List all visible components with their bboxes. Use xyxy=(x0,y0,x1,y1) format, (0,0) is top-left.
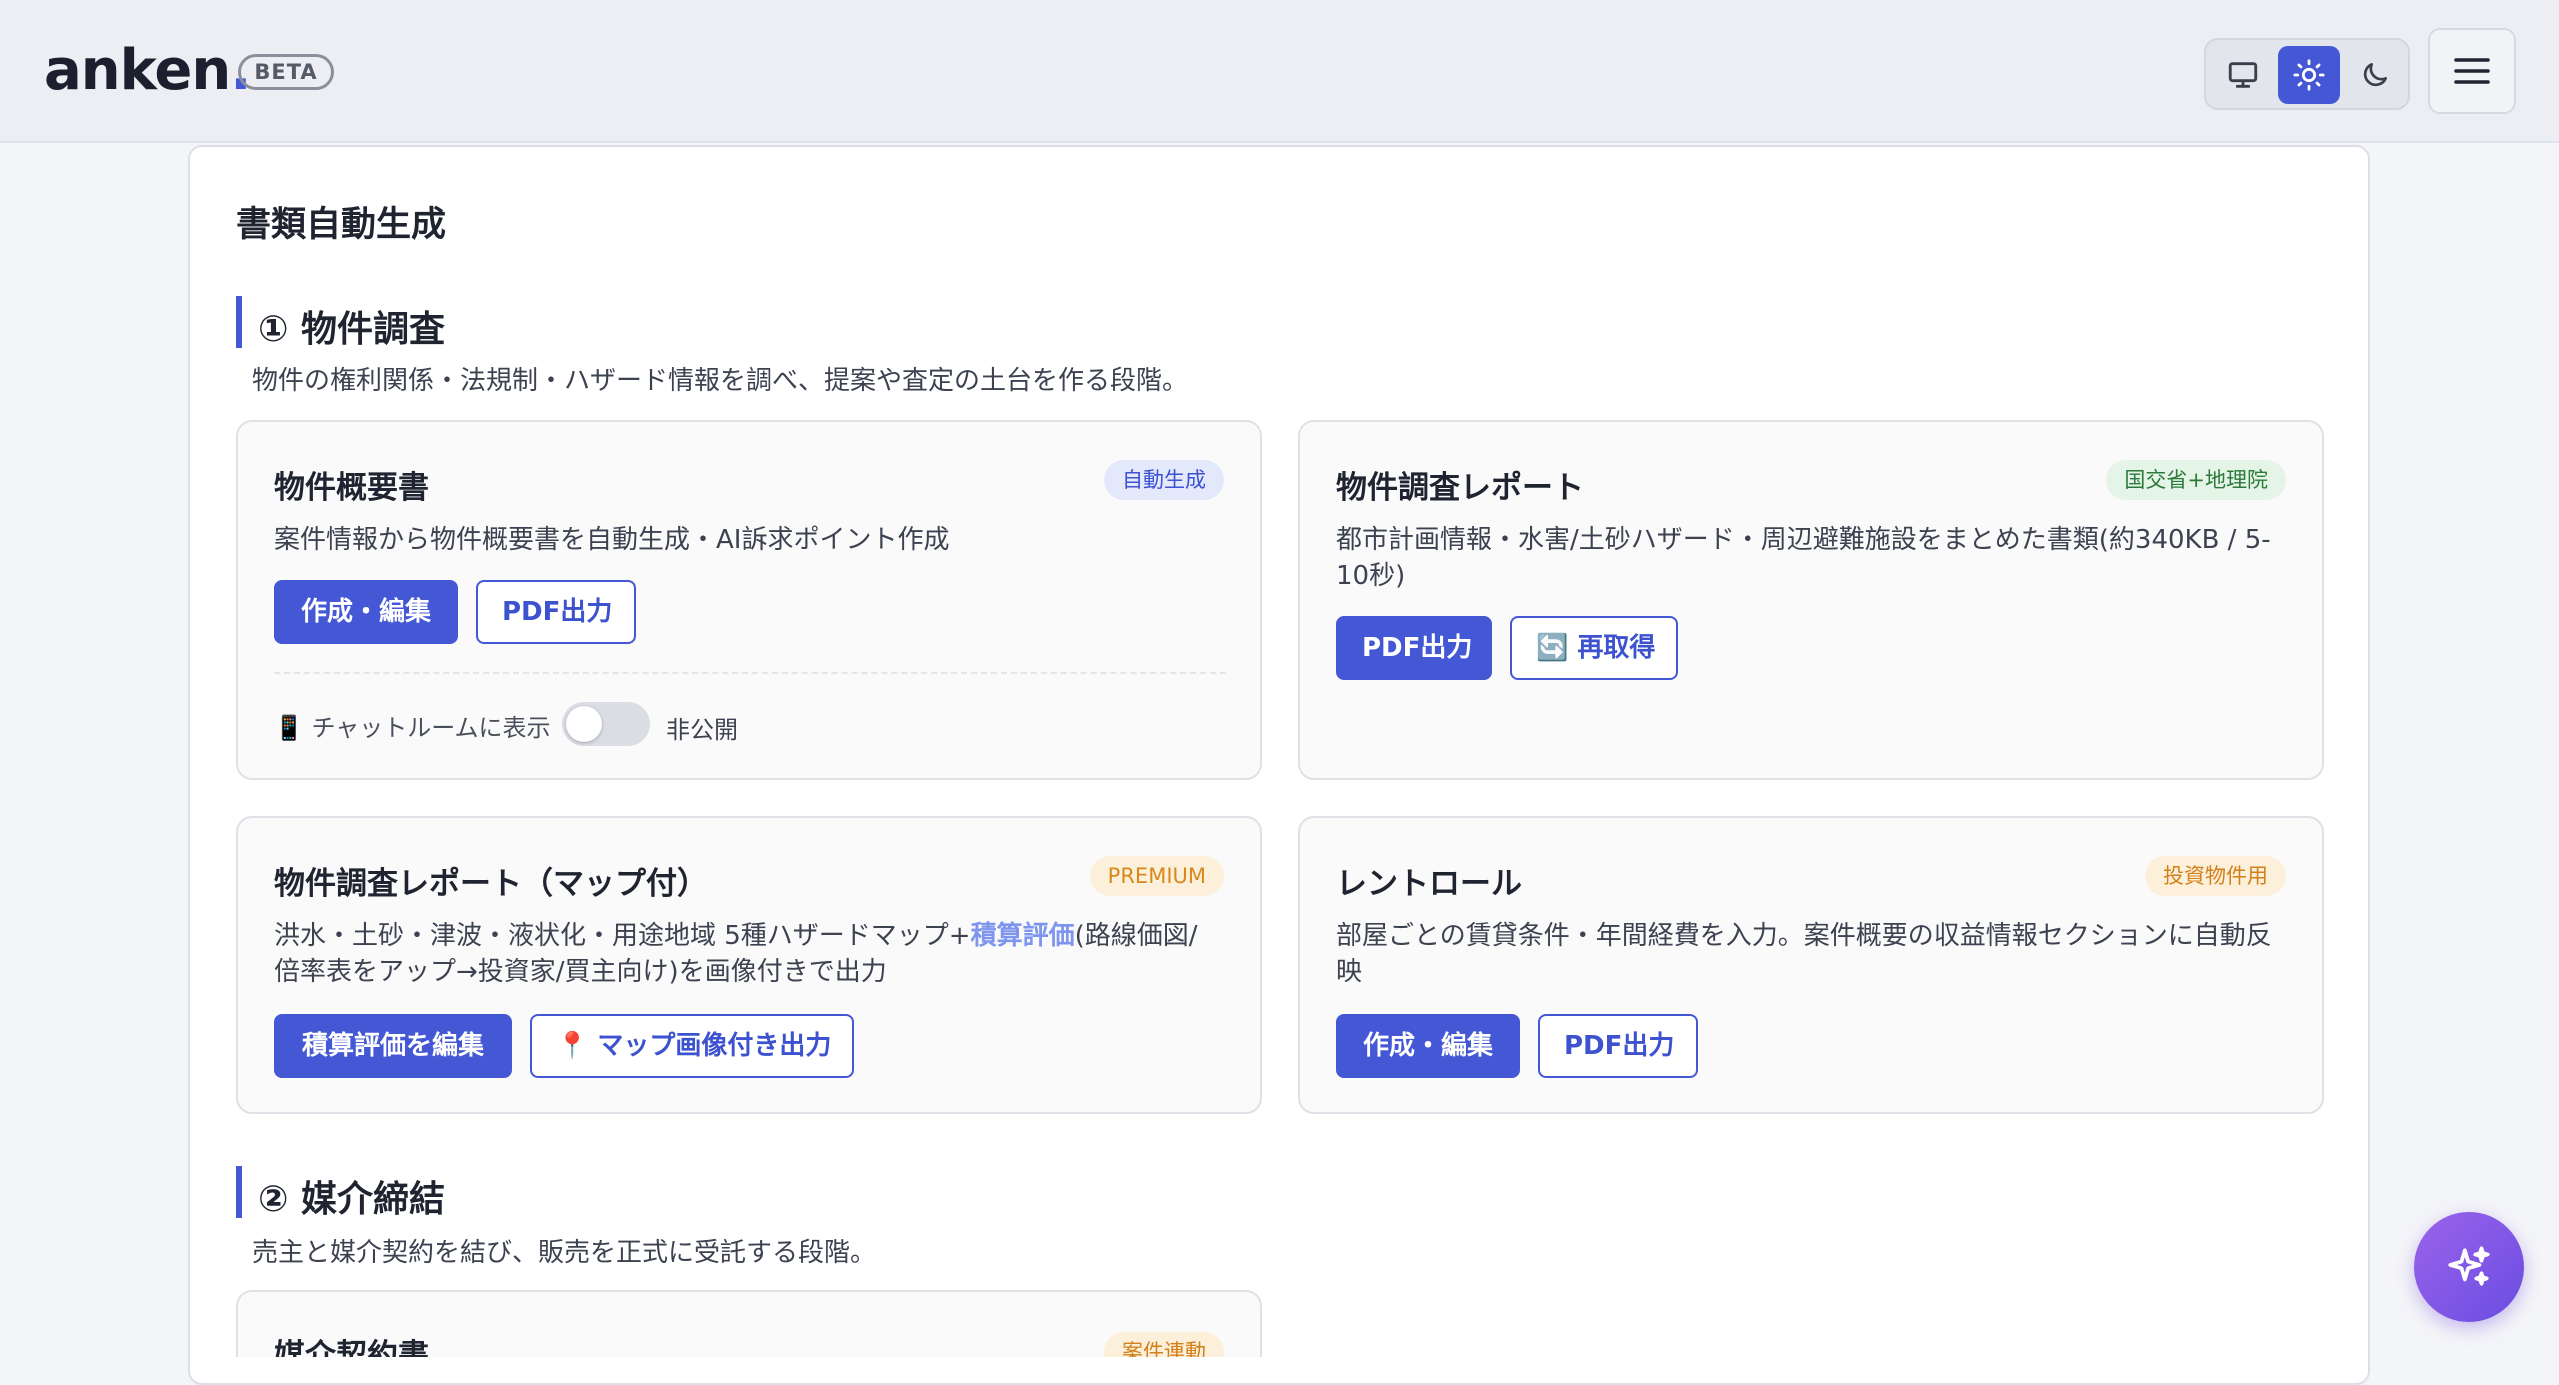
hamburger-icon xyxy=(2454,58,2490,84)
card-description: 案件情報から物件概要書を自動生成・AI訴求ポイント作成 xyxy=(274,525,950,555)
status-badge: 案件連動 xyxy=(1104,1332,1224,1357)
section-title-property-survey: ① 物件調査 xyxy=(258,309,446,350)
theme-system-button[interactable] xyxy=(2212,46,2274,104)
edit-valuation-button[interactable]: 積算評価を編集 xyxy=(274,1014,512,1078)
chatroom-visibility-toggle[interactable] xyxy=(562,702,650,746)
card-description: 部屋ごとの賃貸条件・年間経費を入力。案件概要の収益情報セクションに自動反 映 xyxy=(1336,921,2272,987)
section-accent-bar xyxy=(236,296,242,348)
menu-button[interactable] xyxy=(2428,28,2516,114)
card-description: 洪水・土砂・津波・液状化・用途地域 5種ハザードマップ+積算評価(路線価図/ 倍… xyxy=(274,921,1198,987)
pdf-export-button[interactable]: PDF出力 xyxy=(1538,1014,1698,1078)
theme-dark-button[interactable] xyxy=(2344,46,2406,104)
logo[interactable]: anken. xyxy=(44,38,252,103)
top-bar: anken. BETA xyxy=(0,0,2559,143)
section-accent-bar xyxy=(236,1166,242,1218)
card-brokerage-contract: 媒介契約書 案件連動 xyxy=(236,1290,1262,1357)
status-badge: 自動生成 xyxy=(1104,460,1224,500)
section-description: 売主と媒介契約を結び、販売を正式に受託する段階。 xyxy=(252,1238,877,1268)
section-title-brokerage: ② 媒介締結 xyxy=(258,1179,446,1220)
sparkles-icon xyxy=(2448,1246,2490,1286)
page-title: 書類自動生成 xyxy=(236,205,447,245)
status-badge: 投資物件用 xyxy=(2145,856,2286,896)
section-description: 物件の権利関係・法規制・ハザード情報を調べ、提案や査定の土台を作る段階。 xyxy=(252,366,1189,396)
map-image-export-button[interactable]: 📍 マップ画像付き出力 xyxy=(530,1014,854,1078)
theme-light-button[interactable] xyxy=(2278,46,2340,104)
chatroom-toggle-label: 📱 チャットルームに表示 xyxy=(274,714,551,742)
card-survey-report-with-map: 物件調査レポート（マップ付） PREMIUM 洪水・土砂・津波・液状化・用途地域… xyxy=(236,816,1262,1114)
card-property-summary: 物件概要書 自動生成 案件情報から物件概要書を自動生成・AI訴求ポイント作成 作… xyxy=(236,420,1262,780)
status-badge: PREMIUM xyxy=(1089,856,1224,896)
pdf-export-button[interactable]: PDF出力 xyxy=(476,580,636,644)
sun-icon xyxy=(2293,59,2325,91)
monitor-icon xyxy=(2228,62,2258,88)
theme-switcher xyxy=(2204,38,2410,110)
card-rent-roll: レントロール 投資物件用 部屋ごとの賃貸条件・年間経費を入力。案件概要の収益情報… xyxy=(1298,816,2324,1114)
card-title: 媒介契約書 xyxy=(274,1338,429,1357)
card-title: 物件概要書 xyxy=(274,470,429,506)
card-title: 物件調査レポート（マップ付） xyxy=(274,866,708,902)
card-title: レントロール xyxy=(1336,866,1522,902)
refetch-button[interactable]: 🔄 再取得 xyxy=(1510,616,1678,680)
beta-badge: BETA xyxy=(238,54,334,90)
pdf-export-button[interactable]: PDF出力 xyxy=(1336,616,1492,680)
toggle-state-label: 非公開 xyxy=(666,716,738,744)
ai-assistant-button[interactable] xyxy=(2414,1212,2524,1322)
status-badge: 国交省+地理院 xyxy=(2106,460,2286,500)
create-edit-button[interactable]: 作成・編集 xyxy=(274,580,458,644)
card-description: 都市計画情報・水害/土砂ハザード・周辺避難施設をまとめた書類(約340KB / … xyxy=(1336,525,2271,591)
card-property-survey-report: 物件調査レポート 国交省+地理院 都市計画情報・水害/土砂ハザード・周辺避難施設… xyxy=(1298,420,2324,780)
moon-icon xyxy=(2363,62,2387,87)
create-edit-button[interactable]: 作成・編集 xyxy=(1336,1014,1520,1078)
toggle-knob xyxy=(566,706,602,742)
card-title: 物件調査レポート xyxy=(1336,470,1584,506)
card-divider xyxy=(274,672,1226,674)
